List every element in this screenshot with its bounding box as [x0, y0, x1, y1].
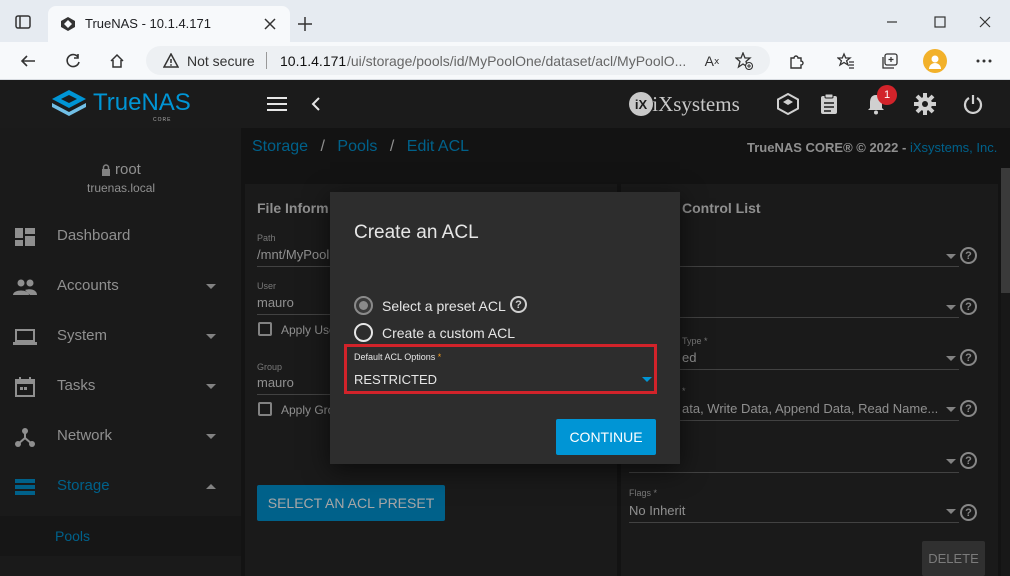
settings-gear-icon[interactable]	[913, 92, 937, 116]
svg-text:iX: iX	[635, 97, 648, 112]
default-acl-label-text: Default ACL Options	[354, 352, 436, 362]
menu-icon[interactable]	[266, 94, 288, 114]
url-host: 10.1.4.171	[280, 53, 347, 69]
app-top-bar: TrueNAS CORE iX iXsystems 1	[0, 80, 1010, 128]
power-icon[interactable]	[961, 92, 985, 116]
extensions-icon[interactable]	[787, 51, 807, 71]
url-path: /ui/storage/pools/id/MyPoolOne/dataset/a…	[347, 53, 687, 69]
radio-dot	[359, 301, 368, 310]
new-tab-icon[interactable]	[296, 15, 314, 33]
continue-label: CONTINUE	[569, 429, 643, 445]
preset-acl-radio[interactable]	[354, 296, 373, 315]
custom-acl-label: Create a custom ACL	[382, 325, 516, 341]
truenas-logo-icon[interactable]	[50, 88, 88, 120]
close-window-icon[interactable]	[975, 12, 995, 32]
notification-count: 1	[883, 89, 891, 101]
default-acl-dropdown-arrow[interactable]	[642, 377, 652, 382]
help-icon[interactable]: ?	[510, 296, 527, 313]
refresh-icon[interactable]	[63, 51, 83, 71]
read-aloud-icon[interactable]: Aⅹ	[702, 51, 722, 71]
more-menu-icon[interactable]	[974, 51, 994, 71]
close-tab-icon[interactable]	[262, 16, 278, 32]
create-acl-dialog: Create an ACL Select a preset ACL ? Crea…	[330, 192, 680, 464]
dialog-title: Create an ACL	[354, 222, 479, 243]
preset-acl-label: Select a preset ACL	[382, 298, 506, 314]
favorites-icon[interactable]	[836, 51, 856, 71]
clipboard-icon[interactable]	[818, 92, 840, 116]
default-acl-options-label: Default ACL Options *	[354, 352, 441, 362]
home-icon[interactable]	[107, 51, 127, 71]
address-bar[interactable]: Not secure 10.1.4.171 /ui/storage/pools/…	[146, 46, 770, 75]
warning-icon	[162, 52, 180, 69]
continue-button[interactable]: CONTINUE	[556, 419, 656, 455]
back-icon[interactable]	[18, 51, 38, 71]
security-label: Not secure	[187, 53, 255, 69]
default-acl-select[interactable]: RESTRICTED	[354, 372, 437, 387]
collections-icon[interactable]	[880, 51, 900, 71]
add-favorite-icon[interactable]	[734, 51, 754, 71]
truecommand-icon[interactable]	[776, 92, 800, 116]
app-logo-subtext: CORE	[153, 117, 172, 123]
maximize-icon[interactable]	[930, 12, 950, 32]
app-logo-text: TrueNAS	[93, 89, 191, 116]
custom-acl-radio[interactable]	[354, 323, 373, 342]
browser-tab-bar: TrueNAS - 10.1.4.171	[0, 0, 1010, 42]
required-asterisk: *	[437, 352, 442, 362]
truenas-favicon-icon	[60, 16, 76, 32]
notification-badge: 1	[877, 85, 897, 105]
browser-tab[interactable]: TrueNAS - 10.1.4.171	[48, 6, 290, 42]
address-divider	[266, 52, 267, 69]
minimize-icon[interactable]	[882, 12, 902, 32]
tab-title: TrueNAS - 10.1.4.171	[85, 16, 211, 31]
tab-actions-icon[interactable]	[14, 14, 32, 30]
vendor-logo-text: iXsystems	[652, 91, 740, 116]
chevron-left-icon[interactable]	[308, 94, 324, 114]
ixsystems-logo: iX iXsystems	[624, 90, 744, 118]
profile-avatar[interactable]	[923, 49, 947, 73]
